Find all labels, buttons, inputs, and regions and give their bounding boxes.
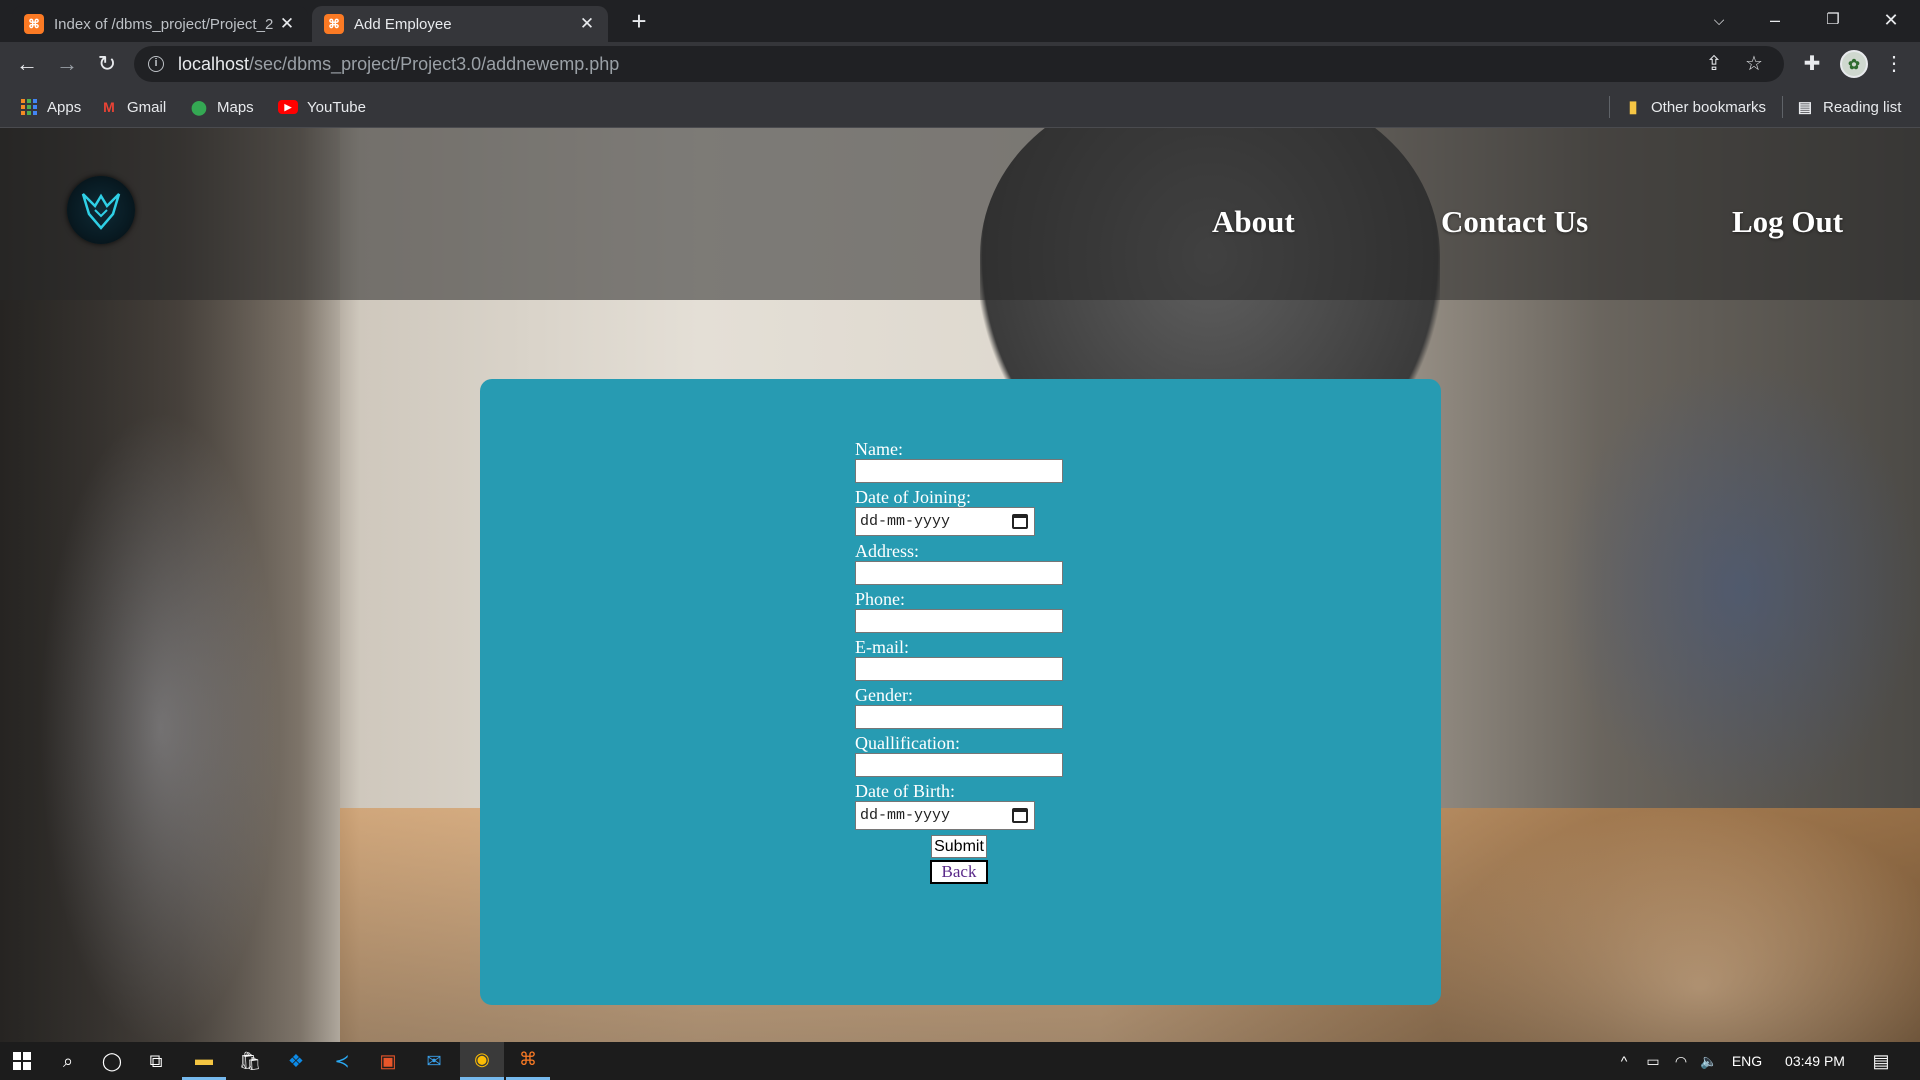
notifications-icon[interactable]: ▤	[1866, 1042, 1896, 1080]
qualification-label: Quallification:	[855, 733, 960, 753]
site-navbar: About Contact Us Log Out	[0, 128, 1920, 300]
reading-list-icon: ▤	[1797, 99, 1813, 116]
tab-add-employee[interactable]: ⌘ Add Employee ✕	[312, 6, 608, 42]
restore-icon[interactable]: ❐	[1810, 0, 1856, 40]
url-path: /sec/dbms_project/Project3.0/addnewemp.p…	[249, 53, 620, 74]
date-of-joining-input[interactable]: dd-mm-yyyy	[855, 507, 1035, 536]
xampp-icon: ⌘	[24, 14, 44, 34]
site-logo[interactable]	[67, 176, 135, 244]
wifi-icon[interactable]: ◠	[1668, 1042, 1694, 1080]
tab-search-icon[interactable]: ⌵	[1696, 0, 1742, 40]
nav-contact-link[interactable]: Contact Us	[1441, 204, 1588, 240]
folder-icon: ▮	[1628, 99, 1638, 116]
windows-taskbar: ⌕ ◯ ⧉ ▬ 🛍 ❖ ≺ ▣ ✉ ◉ ⌘ ^ ▭ ◠ 🔈 ENG 03:49 …	[0, 1042, 1920, 1080]
forward-arrow-icon[interactable]: →	[52, 49, 82, 79]
back-arrow-icon[interactable]: ←	[12, 49, 42, 79]
address-label: Address:	[855, 541, 919, 561]
email-input[interactable]	[855, 657, 1063, 681]
tab-strip: ⌘ Index of /dbms_project/Project_2 ✕ ⌘ A…	[0, 0, 1920, 42]
add-employee-form: Name: Date of Joining: dd-mm-yyyy Addres…	[855, 439, 1155, 884]
calendar-icon[interactable]	[1012, 514, 1028, 529]
office-icon[interactable]: ▣	[366, 1042, 410, 1080]
battery-icon[interactable]: ▭	[1640, 1042, 1666, 1080]
file-explorer-icon[interactable]: ▬	[182, 1042, 226, 1080]
date-placeholder: dd-mm-yyyy	[860, 807, 951, 824]
tab-title: Index of /dbms_project/Project_2	[54, 15, 274, 33]
search-icon[interactable]: ⌕	[46, 1042, 90, 1080]
address-input[interactable]	[855, 561, 1063, 585]
bookmarks-divider	[1609, 96, 1610, 118]
vscode-icon[interactable]: ≺	[320, 1042, 364, 1080]
date-placeholder: dd-mm-yyyy	[860, 513, 951, 530]
close-icon[interactable]: ✕	[578, 14, 596, 34]
page-viewport: About Contact Us Log Out Name: Date of J…	[0, 128, 1920, 1042]
site-info-icon[interactable]: i	[148, 56, 164, 72]
store-icon[interactable]: 🛍	[228, 1042, 272, 1080]
url-host: localhost	[178, 53, 250, 74]
language-indicator[interactable]: ENG	[1728, 1042, 1766, 1080]
volume-icon[interactable]: 🔈	[1696, 1042, 1722, 1080]
close-icon[interactable]: ✕	[278, 14, 296, 34]
mail-icon[interactable]: ✉	[412, 1042, 456, 1080]
address-bar[interactable]: i localhost /sec/dbms_project/Project3.0…	[134, 46, 1784, 82]
bookmark-maps[interactable]: ⬤ Maps	[190, 87, 254, 127]
nav-logout-link[interactable]: Log Out	[1732, 204, 1843, 240]
new-tab-button[interactable]: +	[624, 6, 654, 36]
bookmark-star-icon[interactable]: ☆	[1742, 52, 1766, 76]
bookmark-label: Maps	[217, 98, 254, 116]
clock-time[interactable]: 03:49 PM	[1780, 1042, 1850, 1080]
bookmarks-divider	[1782, 96, 1783, 118]
minimize-icon[interactable]: –	[1752, 0, 1798, 40]
phone-label: Phone:	[855, 589, 906, 609]
back-button[interactable]: Back	[930, 860, 988, 884]
dropbox-icon[interactable]: ❖	[274, 1042, 318, 1080]
bookmark-label: Apps	[47, 98, 82, 116]
apps-grid-icon	[20, 98, 38, 116]
more-menu-icon[interactable]: ⋮	[1880, 50, 1908, 78]
gender-label: Gender:	[855, 685, 913, 705]
xampp-taskbar-icon[interactable]: ⌘	[506, 1042, 550, 1080]
date-of-birth-label: Date of Birth:	[855, 781, 955, 801]
task-view-icon[interactable]: ⧉	[134, 1042, 178, 1080]
maps-icon: ⬤	[191, 98, 207, 115]
add-employee-panel: Name: Date of Joining: dd-mm-yyyy Addres…	[480, 379, 1441, 1005]
bookmarks-bar: Apps M Gmail ⬤ Maps ▶ YouTube ▮ Other bo…	[0, 87, 1920, 128]
name-input[interactable]	[855, 459, 1063, 483]
gmail-icon: M	[103, 99, 115, 115]
reading-list-label: Reading list	[1823, 98, 1902, 116]
bookmark-youtube[interactable]: ▶ YouTube	[278, 87, 366, 127]
profile-avatar[interactable]: ✿	[1840, 50, 1868, 78]
email-label: E-mail:	[855, 637, 909, 657]
submit-button[interactable]: Submit	[931, 835, 987, 858]
chrome-icon[interactable]: ◉	[460, 1042, 504, 1080]
windows-start-icon[interactable]	[0, 1042, 44, 1080]
browser-toolbar: ← → ↻ i localhost /sec/dbms_project/Proj…	[0, 42, 1920, 87]
nav-about-link[interactable]: About	[1212, 204, 1295, 240]
share-icon[interactable]: ⇪	[1702, 52, 1726, 76]
extensions-puzzle-icon[interactable]: ✚	[1798, 50, 1826, 78]
name-label: Name:	[855, 439, 903, 459]
cortana-icon[interactable]: ◯	[90, 1042, 134, 1080]
reload-icon[interactable]: ↻	[92, 49, 122, 79]
tray-chevron-icon[interactable]: ^	[1612, 1042, 1636, 1080]
xampp-icon: ⌘	[324, 14, 344, 34]
bookmark-label: YouTube	[307, 98, 366, 116]
tab-index-of-project[interactable]: ⌘ Index of /dbms_project/Project_2 ✕	[12, 6, 308, 42]
bookmark-label: Gmail	[127, 98, 167, 116]
bookmark-gmail[interactable]: M Gmail	[100, 87, 166, 127]
close-window-icon[interactable]: ✕	[1868, 0, 1914, 40]
wolf-emblem-icon	[81, 193, 121, 230]
reading-list[interactable]: ▤ Reading list	[1796, 87, 1901, 127]
date-of-birth-input[interactable]: dd-mm-yyyy	[855, 801, 1035, 830]
phone-input[interactable]	[855, 609, 1063, 633]
other-bookmarks-label: Other bookmarks	[1651, 98, 1767, 116]
calendar-icon[interactable]	[1012, 808, 1028, 823]
qualification-input[interactable]	[855, 753, 1063, 777]
other-bookmarks[interactable]: ▮ Other bookmarks	[1624, 87, 1766, 127]
gender-input[interactable]	[855, 705, 1063, 729]
bookmark-apps[interactable]: Apps	[20, 87, 81, 127]
youtube-icon: ▶	[278, 100, 298, 114]
date-of-joining-label: Date of Joining:	[855, 487, 971, 507]
tab-title: Add Employee	[354, 15, 452, 33]
